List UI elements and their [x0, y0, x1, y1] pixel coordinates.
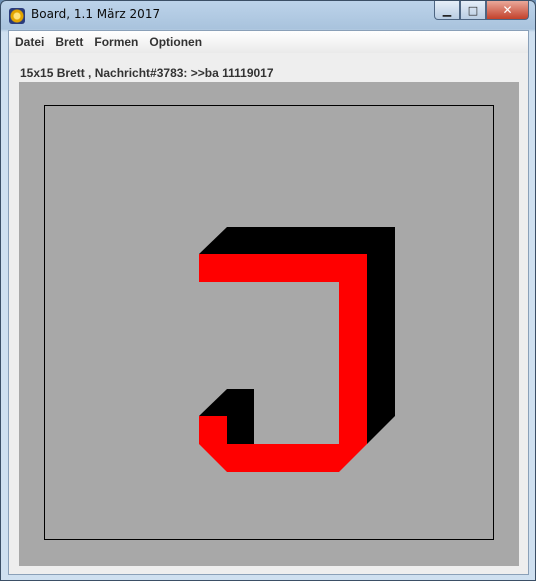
- menu-datei[interactable]: Datei: [10, 31, 49, 53]
- app-window: Board, 1.1 März 2017 ▁ □ ✕ Datei Brett F…: [0, 0, 536, 581]
- j-body: [199, 254, 367, 472]
- title-bar[interactable]: Board, 1.1 März 2017 ▁ □ ✕: [1, 1, 535, 30]
- maximize-button[interactable]: □: [460, 1, 486, 20]
- menu-brett[interactable]: Brett: [50, 31, 88, 53]
- menu-formen[interactable]: Formen: [89, 31, 143, 53]
- menu-bar: Datei Brett Formen Optionen: [9, 31, 528, 53]
- app-icon: [9, 8, 25, 24]
- minimize-button[interactable]: ▁: [434, 1, 460, 20]
- window-title: Board, 1.1 März 2017: [31, 7, 161, 21]
- close-button[interactable]: ✕: [486, 1, 529, 20]
- letter-j-shape: [199, 227, 395, 472]
- status-label: 15x15 Brett , Nachricht#3783: >>ba 11119…: [20, 66, 274, 80]
- window-controls: ▁ □ ✕: [434, 1, 529, 21]
- client-area: Datei Brett Formen Optionen 15x15 Brett …: [8, 30, 529, 575]
- menu-optionen[interactable]: Optionen: [144, 31, 207, 53]
- board-panel[interactable]: [19, 82, 519, 566]
